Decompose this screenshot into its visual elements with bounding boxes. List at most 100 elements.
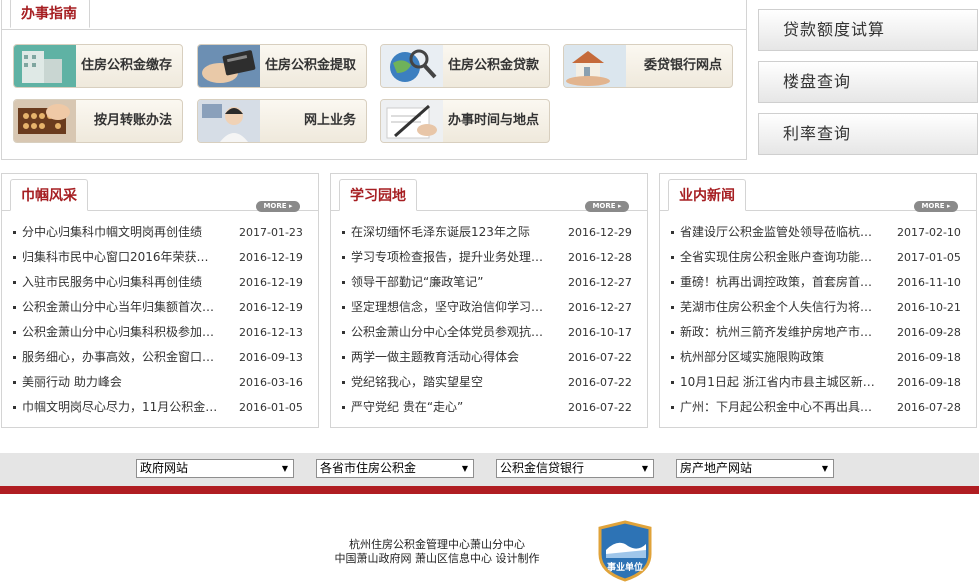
list-item: 坚定理想信念，坚守政治信仰学习体会 2016-12-27 bbox=[331, 295, 647, 320]
real-estate-select[interactable]: 房产地产网站 ▼ bbox=[676, 459, 834, 478]
news-title-link[interactable]: 在深切缅怀毛泽东诞辰123年之际 bbox=[351, 220, 549, 245]
bank-outlets-button[interactable]: 委贷银行网点 bbox=[563, 44, 733, 88]
list-item: 公积金萧山分中心全体党员参观抗战… 2016-10-17 bbox=[331, 320, 647, 345]
news-date: 2016-12-19 bbox=[239, 276, 303, 289]
news-list: 在深切缅怀毛泽东诞辰123年之际 2016-12-29 学习专项检查报告，提升业务… bbox=[331, 220, 647, 420]
news-title-link[interactable]: 归集科市民中心窗口2016年荣获红旗… bbox=[22, 245, 220, 270]
chevron-down-icon: ▼ bbox=[641, 464, 648, 473]
bullet-icon bbox=[671, 381, 674, 384]
news-date: 2016-09-18 bbox=[897, 376, 961, 389]
news-date: 2016-10-21 bbox=[897, 301, 961, 314]
bullet-icon bbox=[342, 331, 345, 334]
bullet-icon bbox=[671, 256, 674, 259]
news-date: 2016-12-19 bbox=[239, 301, 303, 314]
news-title-link[interactable]: 重磅！杭再出调控政策，首套房首付… bbox=[680, 270, 878, 295]
deposit-label: 住房公积金缴存 bbox=[80, 58, 172, 73]
women-tab[interactable]: 巾帼风采 bbox=[10, 179, 88, 211]
industry-news-panel: 业内新闻 MORE ▸ 省建设厅公积金监管处领导莅临杭州… 2017-02-10 … bbox=[659, 173, 977, 428]
guide-tab[interactable]: 办事指南 bbox=[10, 0, 90, 28]
real-estate-value: 房产地产网站 bbox=[680, 461, 753, 475]
bullet-icon bbox=[342, 231, 345, 234]
list-item: 省建设厅公积金监管处领导莅临杭州… 2017-02-10 bbox=[660, 220, 976, 245]
news-date: 2017-02-10 bbox=[897, 226, 961, 239]
office-hours-button[interactable]: 办事时间与地点 bbox=[380, 99, 550, 143]
study-tab[interactable]: 学习园地 bbox=[339, 179, 417, 211]
news-title-link[interactable]: 省建设厅公积金监管处领导莅临杭州… bbox=[680, 220, 878, 245]
more-button[interactable]: MORE ▸ bbox=[256, 201, 300, 212]
news-list: 分中心归集科巾帼文明岗再创佳绩 2017-01-23 归集科市民中心窗口2016年… bbox=[2, 220, 318, 420]
list-item: 分中心归集科巾帼文明岗再创佳绩 2017-01-23 bbox=[2, 220, 318, 245]
bullet-icon bbox=[13, 331, 16, 334]
badge-label: 事业单位 bbox=[607, 561, 643, 573]
loan-calculator-button[interactable]: 贷款额度试算 bbox=[758, 9, 978, 51]
news-title-link[interactable]: 公积金萧山分中心归集科积极参加区… bbox=[22, 320, 220, 345]
loan-button[interactable]: 住房公积金贷款 bbox=[380, 44, 550, 88]
bullet-icon bbox=[13, 381, 16, 384]
news-date: 2016-01-05 bbox=[239, 401, 303, 414]
list-item: 入驻市民服务中心归集科再创佳绩 2016-12-19 bbox=[2, 270, 318, 295]
withdraw-button[interactable]: 住房公积金提取 bbox=[197, 44, 367, 88]
bullet-icon bbox=[671, 356, 674, 359]
bullet-icon bbox=[342, 406, 345, 409]
news-title-link[interactable]: 入驻市民服务中心归集科再创佳绩 bbox=[22, 270, 220, 295]
news-date: 2017-01-23 bbox=[239, 226, 303, 239]
news-title-link[interactable]: 服务细心，办事高效，公积金窗口姑… bbox=[22, 345, 220, 370]
list-item: 服务细心，办事高效，公积金窗口姑… 2016-09-13 bbox=[2, 345, 318, 370]
news-date: 2016-03-16 bbox=[239, 376, 303, 389]
operator-icon bbox=[198, 100, 260, 142]
news-title-link[interactable]: 学习专项检查报告，提升业务处理能力 bbox=[351, 245, 549, 270]
more-button[interactable]: MORE ▸ bbox=[585, 201, 629, 212]
bank-outlets-label: 委贷银行网点 bbox=[643, 58, 722, 73]
property-search-button[interactable]: 楼盘查询 bbox=[758, 61, 978, 103]
bullet-icon bbox=[342, 306, 345, 309]
bullet-icon bbox=[13, 356, 16, 359]
news-title-link[interactable]: 公积金萧山分中心全体党员参观抗战… bbox=[351, 320, 549, 345]
list-item: 芜湖市住房公积金个人失信行为将有… 2016-10-21 bbox=[660, 295, 976, 320]
news-title-link[interactable]: 领导干部勤记“廉政笔记” bbox=[351, 270, 549, 295]
online-business-label: 网上业务 bbox=[303, 113, 356, 128]
guide-tab-bar bbox=[2, 0, 746, 30]
list-item: 10月1日起 浙江省内市县主城区新建… 2016-09-18 bbox=[660, 370, 976, 395]
news-title-link[interactable]: 美丽行动 助力峰会 bbox=[22, 370, 220, 395]
news-title-link[interactable]: 党纪铭我心，踏实望星空 bbox=[351, 370, 549, 395]
news-date: 2016-07-28 bbox=[897, 401, 961, 414]
news-title-link[interactable]: 分中心归集科巾帼文明岗再创佳绩 bbox=[22, 220, 220, 245]
globe-icon bbox=[381, 45, 443, 87]
rate-query-label: 利率查询 bbox=[783, 124, 852, 143]
women-panel: 巾帼风采 MORE ▸ 分中心归集科巾帼文明岗再创佳绩 2017-01-23 归集… bbox=[1, 173, 319, 428]
list-item: 重磅！杭再出调控政策，首套房首付… 2016-11-10 bbox=[660, 270, 976, 295]
rate-query-button[interactable]: 利率查询 bbox=[758, 113, 978, 155]
provincial-fund-select[interactable]: 各省市住房公积金 ▼ bbox=[316, 459, 474, 478]
list-item: 美丽行动 助力峰会 2016-03-16 bbox=[2, 370, 318, 395]
loan-calculator-label: 贷款额度试算 bbox=[783, 20, 886, 39]
institution-badge-icon[interactable]: 事业单位 bbox=[598, 520, 652, 582]
news-title-link[interactable]: 坚定理想信念，坚守政治信仰学习体会 bbox=[351, 295, 549, 320]
monthly-transfer-button[interactable]: 按月转账办法 bbox=[13, 99, 183, 143]
news-title-link[interactable]: 新政：杭州三箭齐发维护房地产市场… bbox=[680, 320, 878, 345]
news-title-link[interactable]: 巾帼文明岗尽心尽力，11月公积金贷… bbox=[22, 395, 220, 420]
news-title-link[interactable]: 两学一做主题教育活动心得体会 bbox=[351, 345, 549, 370]
deposit-button[interactable]: 住房公积金缴存 bbox=[13, 44, 183, 88]
bullet-icon bbox=[671, 231, 674, 234]
news-title-link[interactable]: 严守党纪 贵在“走心” bbox=[351, 395, 549, 420]
credit-bank-select[interactable]: 公积金信贷银行 ▼ bbox=[496, 459, 654, 478]
online-business-button[interactable]: 网上业务 bbox=[197, 99, 367, 143]
industry-news-tab[interactable]: 业内新闻 bbox=[668, 179, 746, 211]
provincial-fund-value: 各省市住房公积金 bbox=[320, 461, 417, 475]
footer-org-name: 杭州住房公积金管理中心萧山分中心 bbox=[349, 538, 525, 551]
news-title-link[interactable]: 公积金萧山分中心当年归集额首次突… bbox=[22, 295, 220, 320]
property-search-label: 楼盘查询 bbox=[783, 72, 852, 91]
list-item: 领导干部勤记“廉政笔记” 2016-12-27 bbox=[331, 270, 647, 295]
news-date: 2016-07-22 bbox=[568, 376, 632, 389]
news-title-link[interactable]: 芜湖市住房公积金个人失信行为将有… bbox=[680, 295, 878, 320]
news-date: 2016-12-27 bbox=[568, 301, 632, 314]
news-title-link[interactable]: 广州：下月起公积金中心不再出具缴… bbox=[680, 395, 878, 420]
news-title-link[interactable]: 10月1日起 浙江省内市县主城区新建… bbox=[680, 370, 878, 395]
more-button[interactable]: MORE ▸ bbox=[914, 201, 958, 212]
study-panel: 学习园地 MORE ▸ 在深切缅怀毛泽东诞辰123年之际 2016-12-29 学… bbox=[330, 173, 648, 428]
gov-sites-select[interactable]: 政府网站 ▼ bbox=[136, 459, 294, 478]
news-title-link[interactable]: 杭州部分区域实施限购政策 bbox=[680, 345, 878, 370]
news-title-link[interactable]: 全省实现住房公积金账户查询功能全… bbox=[680, 245, 878, 270]
red-divider bbox=[0, 486, 979, 494]
bullet-icon bbox=[13, 231, 16, 234]
